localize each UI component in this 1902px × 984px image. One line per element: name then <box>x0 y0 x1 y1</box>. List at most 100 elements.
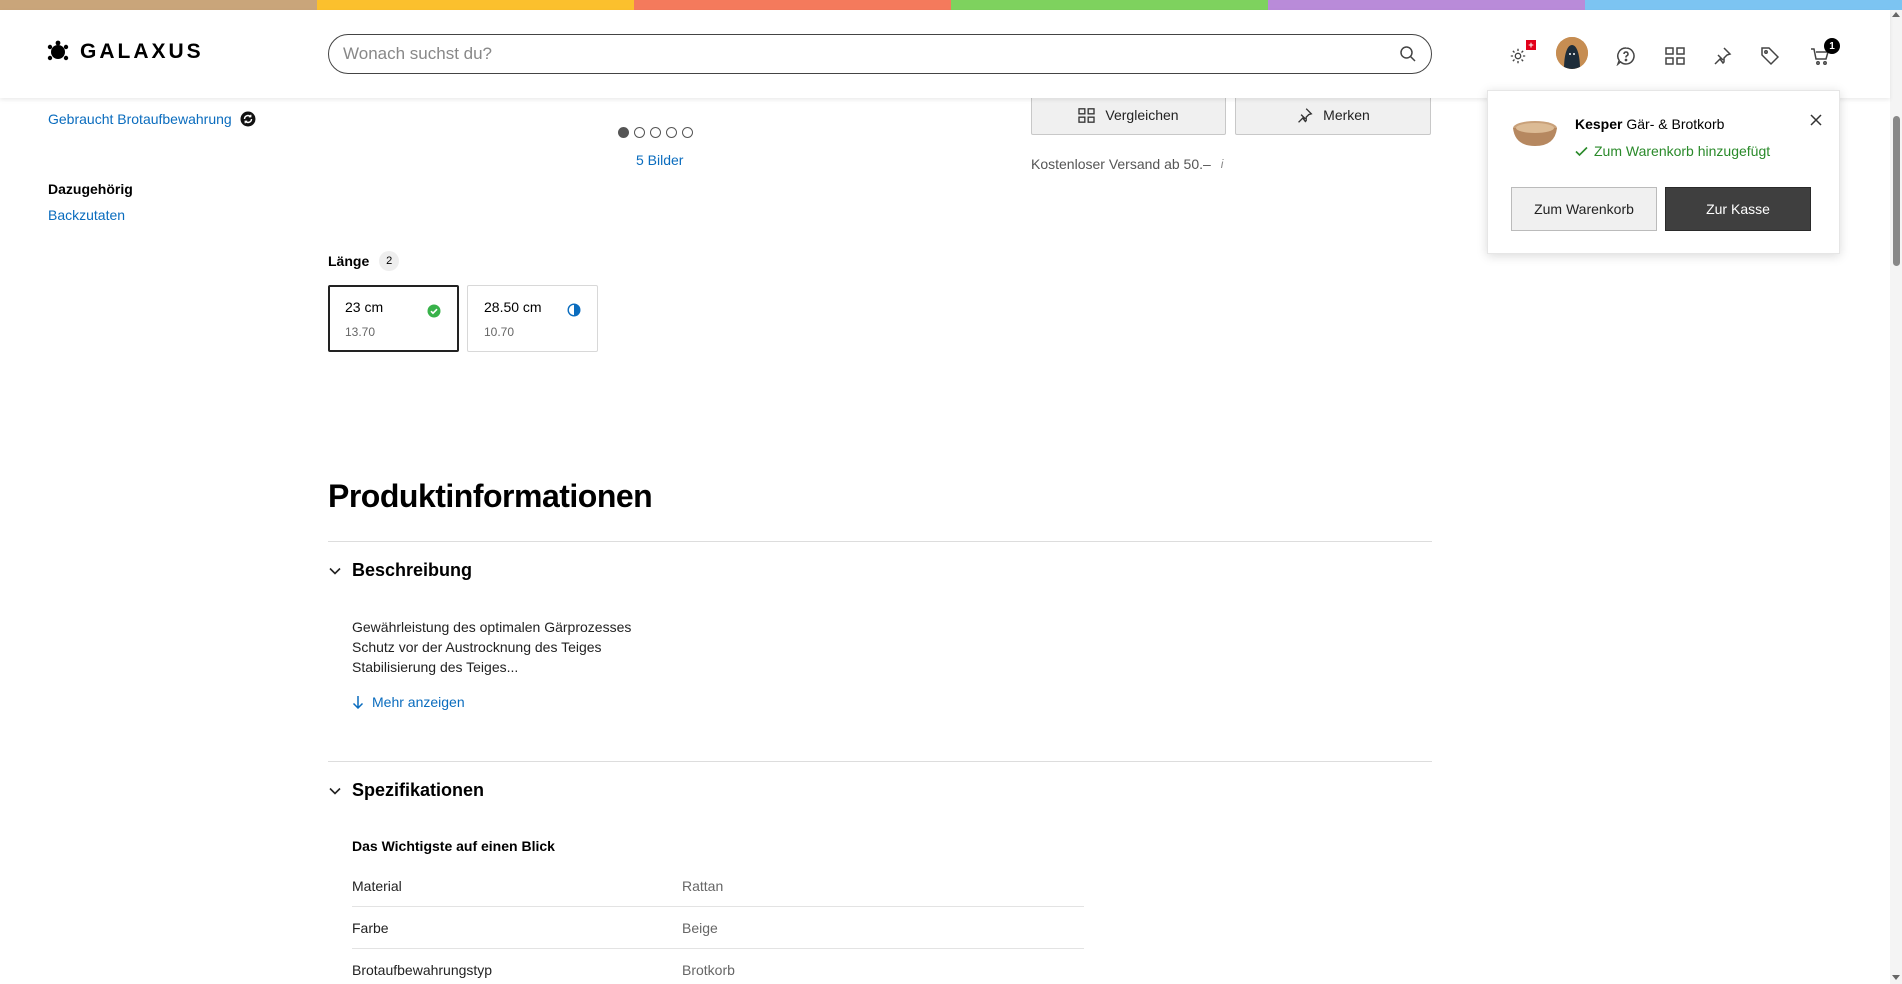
deals-button[interactable] <box>1758 44 1782 68</box>
spec-row: Farbe Beige <box>352 907 1084 949</box>
spec-key: Brotaufbewahrungstyp <box>352 962 493 978</box>
compare-icon <box>1665 47 1685 65</box>
wishlist-button[interactable] <box>1710 44 1734 68</box>
variant-count-badge: 2 <box>379 251 400 271</box>
spec-value: Beige <box>682 919 718 936</box>
related-heading: Dazugehörig <box>48 181 133 197</box>
spec-value: Brotkorb <box>682 962 735 978</box>
compare-button-label: Vergleichen <box>1105 107 1179 123</box>
pin-icon <box>1714 47 1732 65</box>
search-input[interactable] <box>343 44 1399 64</box>
chevron-down-icon <box>329 787 341 795</box>
show-more-button[interactable]: Mehr anzeigen <box>352 694 465 710</box>
specs-heading: Spezifikationen <box>352 780 485 800</box>
go-to-cart-button[interactable]: Zum Warenkorb <box>1511 187 1657 231</box>
variant-price: 13.70 <box>345 325 376 339</box>
shipping-text: Kostenloser Versand ab 50.– <box>1031 156 1211 172</box>
search-bar[interactable] <box>328 34 1432 74</box>
logo[interactable]: GALAXUS <box>46 40 204 64</box>
compare-button[interactable]: Vergleichen <box>1031 95 1226 135</box>
popup-status-text: Zum Warenkorb hinzugefügt <box>1594 143 1771 159</box>
scrollbar-thumb[interactable] <box>1893 116 1900 266</box>
description-line: Schutz vor der Austrocknung des Teiges <box>352 639 602 655</box>
stripe-segment <box>317 0 634 10</box>
tag-icon <box>1761 47 1780 66</box>
added-to-cart-popup: Kesper Gär- & Brotkorb Zum Warenkorb hin… <box>1487 90 1840 254</box>
swiss-flag-icon: + <box>1526 40 1536 50</box>
brand-color-stripe <box>0 0 1902 10</box>
variant-option-28-50cm[interactable]: 28.50 cm 10.70 <box>467 285 598 352</box>
show-more-label: Mehr anzeigen <box>372 694 465 710</box>
popup-product-brand: Kesper <box>1575 116 1623 132</box>
recycle-icon <box>240 111 256 127</box>
check-circle-icon <box>427 304 441 318</box>
variant-label: Länge 2 <box>328 251 400 271</box>
cart-button[interactable]: 1 <box>1808 38 1840 68</box>
carousel-dot[interactable] <box>618 127 629 138</box>
checkmark-icon <box>1575 146 1588 156</box>
image-carousel-dots <box>618 127 693 138</box>
spec-key: Material <box>352 877 402 894</box>
description-accordion-header[interactable]: Beschreibung <box>328 560 472 581</box>
site-header: GALAXUS + <box>0 10 1890 98</box>
description-text: Gewährleistung des optimalen Gärprozesse… <box>352 617 631 677</box>
spec-row: Brotaufbewahrungstyp Brotkorb <box>352 949 1084 984</box>
half-circle-availability-icon <box>567 303 581 317</box>
compare-icon <box>1078 107 1096 123</box>
divider <box>328 541 1432 542</box>
help-icon <box>1616 47 1635 66</box>
used-products-link-label[interactable]: Gebraucht Brotaufbewahrung <box>48 111 232 127</box>
popup-product-title: Kesper Gär- & Brotkorb <box>1575 116 1724 132</box>
cart-count-badge: 1 <box>1824 38 1840 54</box>
user-avatar-icon <box>1556 37 1588 69</box>
specs-accordion-header[interactable]: Spezifikationen <box>328 780 484 801</box>
stripe-segment <box>0 0 317 10</box>
carousel-dot[interactable] <box>682 127 693 138</box>
used-products-link[interactable]: Gebraucht Brotaufbewahrung <box>48 111 256 127</box>
product-thumbnail <box>1513 121 1557 146</box>
pin-icon <box>1298 107 1313 123</box>
gear-icon <box>1510 48 1526 64</box>
help-button[interactable] <box>1614 44 1638 68</box>
shipping-info: Kostenloser Versand ab 50.– i <box>1031 156 1223 172</box>
carousel-dot[interactable] <box>666 127 677 138</box>
spec-value: Rattan <box>682 877 724 894</box>
product-info-title: Produktinformationen <box>328 478 653 514</box>
stripe-segment <box>1268 0 1585 10</box>
avatar[interactable] <box>1556 37 1588 69</box>
checkout-button[interactable]: Zur Kasse <box>1665 187 1811 231</box>
carousel-dot[interactable] <box>634 127 645 138</box>
arrow-down-icon <box>352 696 364 709</box>
close-icon[interactable] <box>1807 111 1825 129</box>
scrollbar[interactable] <box>1890 10 1902 984</box>
settings-button[interactable]: + <box>1506 40 1536 68</box>
info-icon[interactable]: i <box>1221 157 1224 171</box>
variant-price: 10.70 <box>484 325 515 339</box>
spec-row: Material Rattan <box>352 865 1084 907</box>
turtle-logo-icon <box>47 40 69 61</box>
scroll-up-arrow-icon[interactable] <box>1892 12 1900 17</box>
variant-label-text: Länge <box>328 253 370 269</box>
compare-list-button[interactable] <box>1663 44 1687 68</box>
carousel-dot[interactable] <box>650 127 661 138</box>
specs-subheading: Das Wichtigste auf einen Blick <box>352 838 555 854</box>
description-line: Stabilisierung des Teiges... <box>352 659 519 675</box>
save-button-label: Merken <box>1323 107 1370 123</box>
description-line: Gewährleistung des optimalen Gärprozesse… <box>352 619 632 635</box>
stripe-segment <box>951 0 1268 10</box>
image-count-link[interactable]: 5 Bilder <box>636 152 683 168</box>
logo-text: GALAXUS <box>80 40 204 63</box>
popup-status: Zum Warenkorb hinzugefügt <box>1575 143 1770 159</box>
stripe-segment <box>634 0 951 10</box>
save-button[interactable]: Merken <box>1235 95 1431 135</box>
search-icon[interactable] <box>1399 45 1417 63</box>
divider <box>328 761 1432 762</box>
scroll-down-arrow-icon[interactable] <box>1892 975 1900 980</box>
stripe-segment <box>1585 0 1902 10</box>
popup-product-name: Gär- & Brotkorb <box>1626 116 1725 132</box>
related-link-backzutaten[interactable]: Backzutaten <box>48 207 125 223</box>
variant-option-23cm[interactable]: 23 cm 13.70 <box>328 285 459 352</box>
spec-key: Farbe <box>352 919 389 936</box>
description-heading: Beschreibung <box>352 560 473 580</box>
chevron-down-icon <box>329 567 341 575</box>
